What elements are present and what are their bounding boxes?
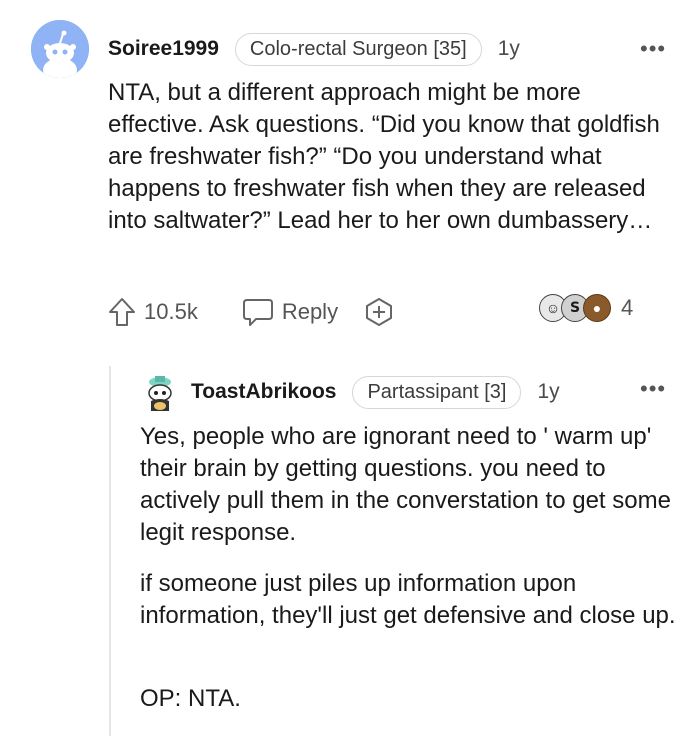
username[interactable]: Soiree1999 [108,37,219,61]
user-flair: Partassipant [3] [352,375,522,409]
custom-snoo-avatar-icon [148,376,172,411]
comment-body: NTA, but a different approach might be m… [108,79,660,234]
upvote-count: 10.5k [144,299,198,324]
user-avatar[interactable] [31,20,89,78]
comment-age: 1y [497,37,520,60]
give-award-button[interactable] [364,297,394,327]
more-options-icon[interactable]: ••• [640,38,666,60]
awards-row[interactable]: ☺ S ● 4 [539,294,634,322]
username[interactable]: ToastAbrikoos [191,380,336,404]
more-options-icon[interactable]: ••• [640,378,666,400]
reply-button[interactable]: Reply [242,297,338,327]
user-avatar[interactable] [143,373,177,413]
thread-line[interactable] [109,366,111,736]
awards-count: 4 [621,295,634,320]
add-award-icon [366,298,393,326]
upvote-arrow-icon [109,298,135,326]
reply-paragraph: OP: NTA. [140,685,241,712]
reply-paragraph: Yes, people who are ignorant need to ' w… [140,423,671,546]
bear-award-icon: ● [583,294,611,322]
reddit-snoo-avatar-icon [31,20,89,78]
upvote-button[interactable]: 10.5k [108,297,198,327]
comment-meta: Soiree1999 Colo-rectal Surgeon [35] 1y [108,32,520,66]
comment-age: 1y [537,380,560,403]
reply-paragraph: if someone just piles up information upo… [140,570,676,629]
speech-bubble-icon [242,299,273,326]
reply-meta: ToastAbrikoos Partassipant [3] 1y [191,375,560,409]
user-flair: Colo-rectal Surgeon [35] [234,32,482,66]
reply-label: Reply [281,299,339,324]
